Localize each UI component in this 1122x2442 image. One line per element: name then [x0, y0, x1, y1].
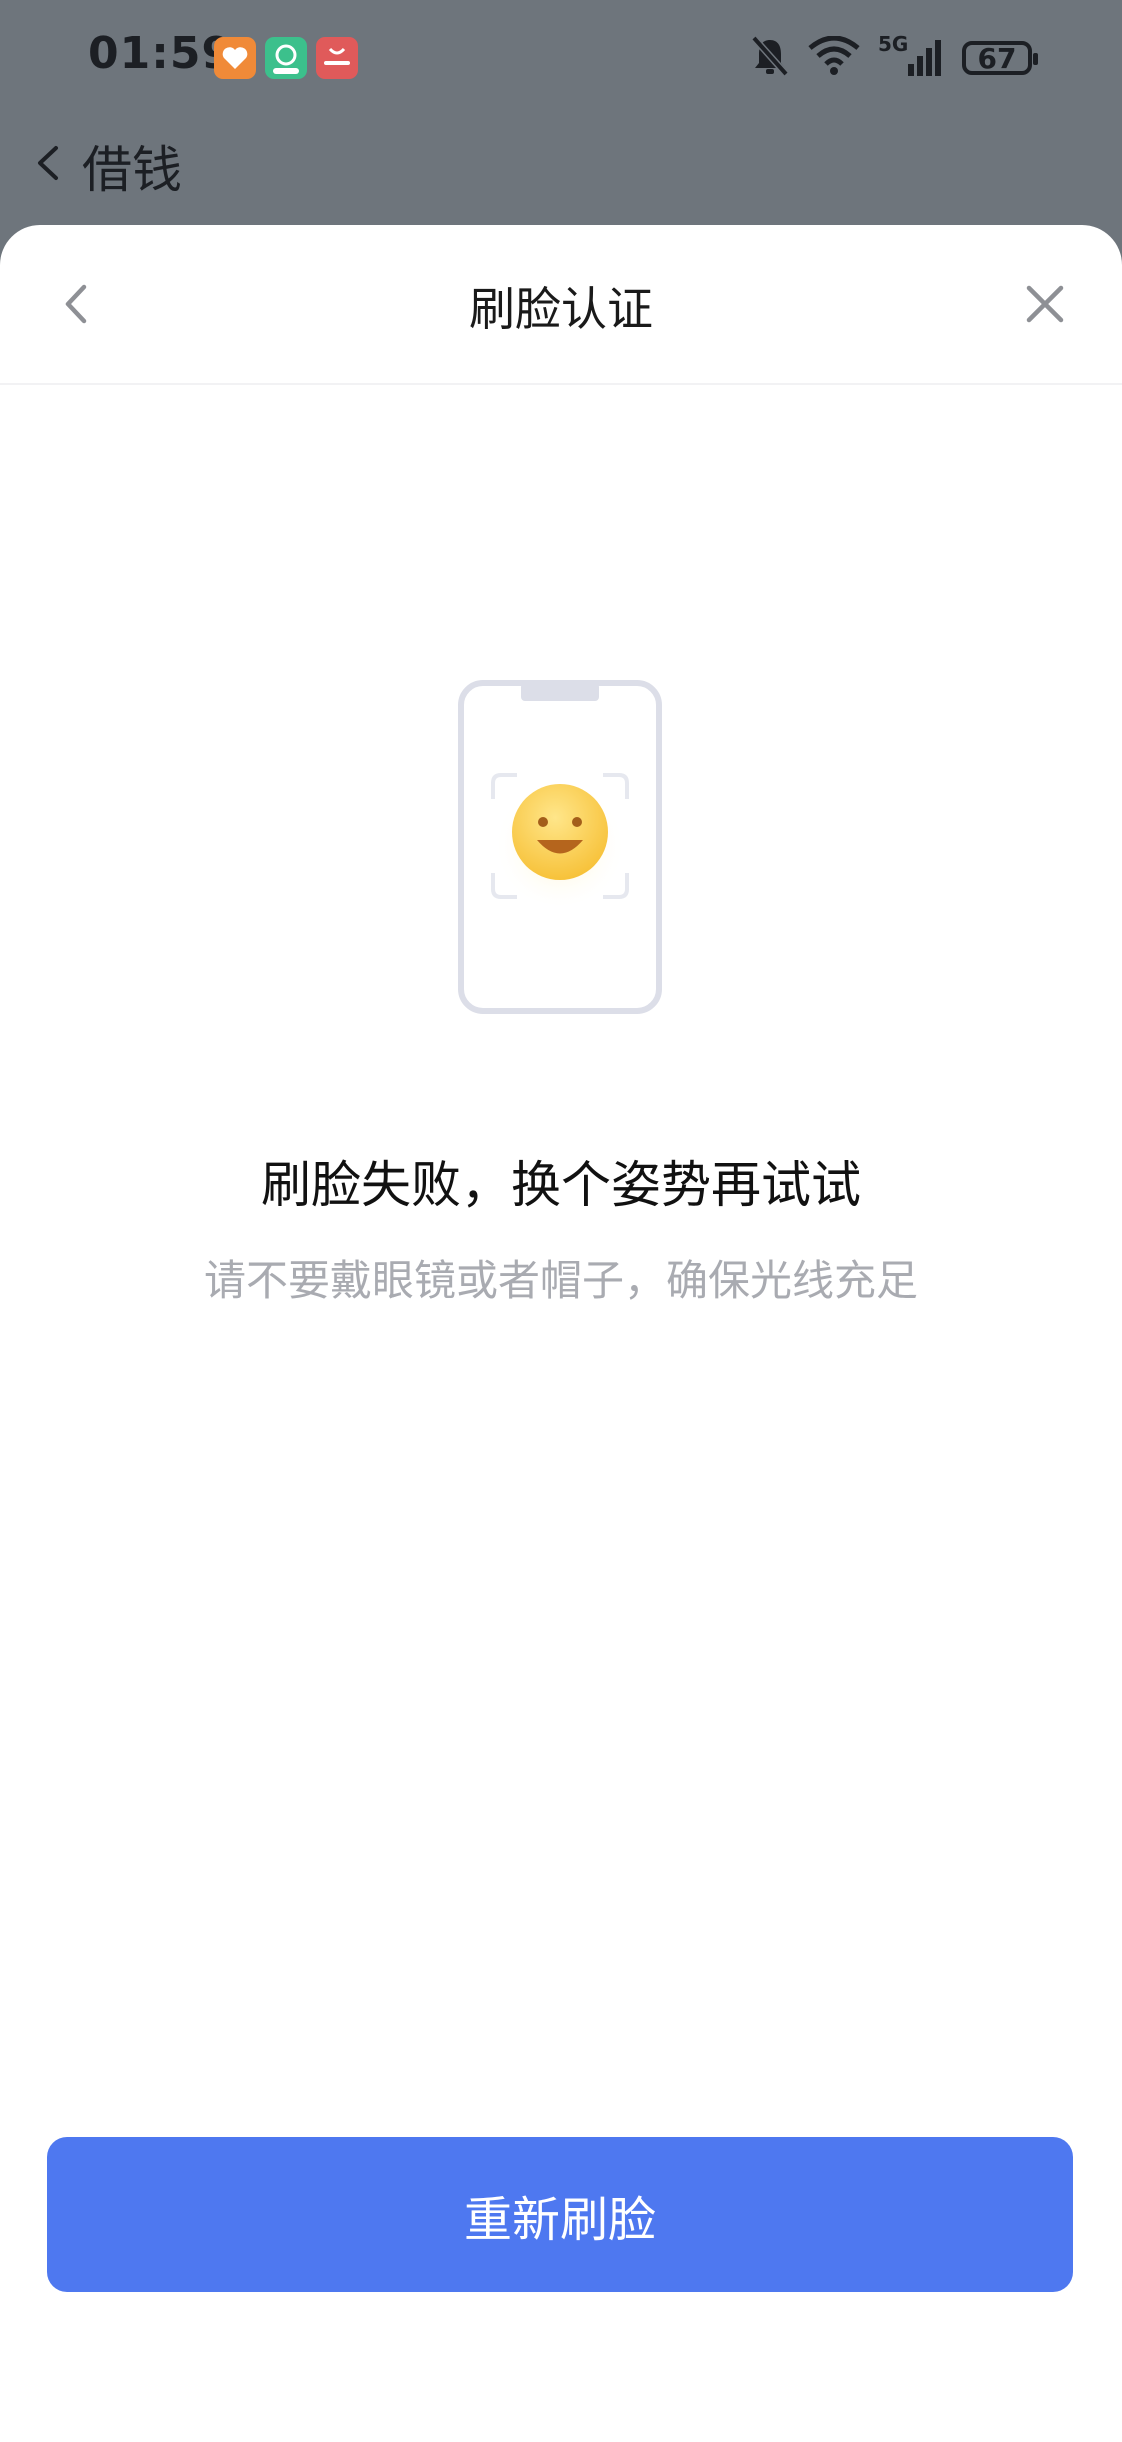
- app-gallery-icon: [316, 37, 358, 79]
- result-title: 刷脸失败，换个姿势再试试: [261, 1156, 861, 1214]
- status-icons: 5G 67: [750, 32, 1038, 82]
- background-page-title: 借钱: [82, 141, 182, 199]
- phone-face-scan-icon: [455, 677, 665, 1017]
- chevron-left-icon[interactable]: [30, 138, 66, 188]
- fingerprint-app-icon: [265, 37, 307, 79]
- bell-muted-icon: [750, 34, 790, 82]
- close-icon: [1026, 285, 1064, 323]
- health-app-icon: [214, 37, 256, 79]
- result-hint: 请不要戴眼镜或者帽子，确保光线充足: [203, 1256, 918, 1305]
- wifi-icon: [808, 35, 860, 80]
- face-auth-sheet: 刷脸认证 刷脸失败，换个姿势再试试 请不要戴眼镜或者帽子，确保光线充足 重新刷脸: [0, 225, 1122, 2442]
- status-bar: 01:59 5G 67: [0, 0, 1122, 110]
- background-page-header: 借钱: [0, 110, 1122, 225]
- signal-icon: 5G: [878, 32, 944, 80]
- close-button[interactable]: [1018, 277, 1072, 331]
- sheet-header: 刷脸认证: [0, 225, 1122, 385]
- battery-indicator: 67: [962, 41, 1038, 75]
- retry-face-scan-button[interactable]: 重新刷脸: [47, 2137, 1073, 2292]
- sheet-title: 刷脸认证: [469, 282, 653, 336]
- status-time: 01:59: [88, 28, 234, 79]
